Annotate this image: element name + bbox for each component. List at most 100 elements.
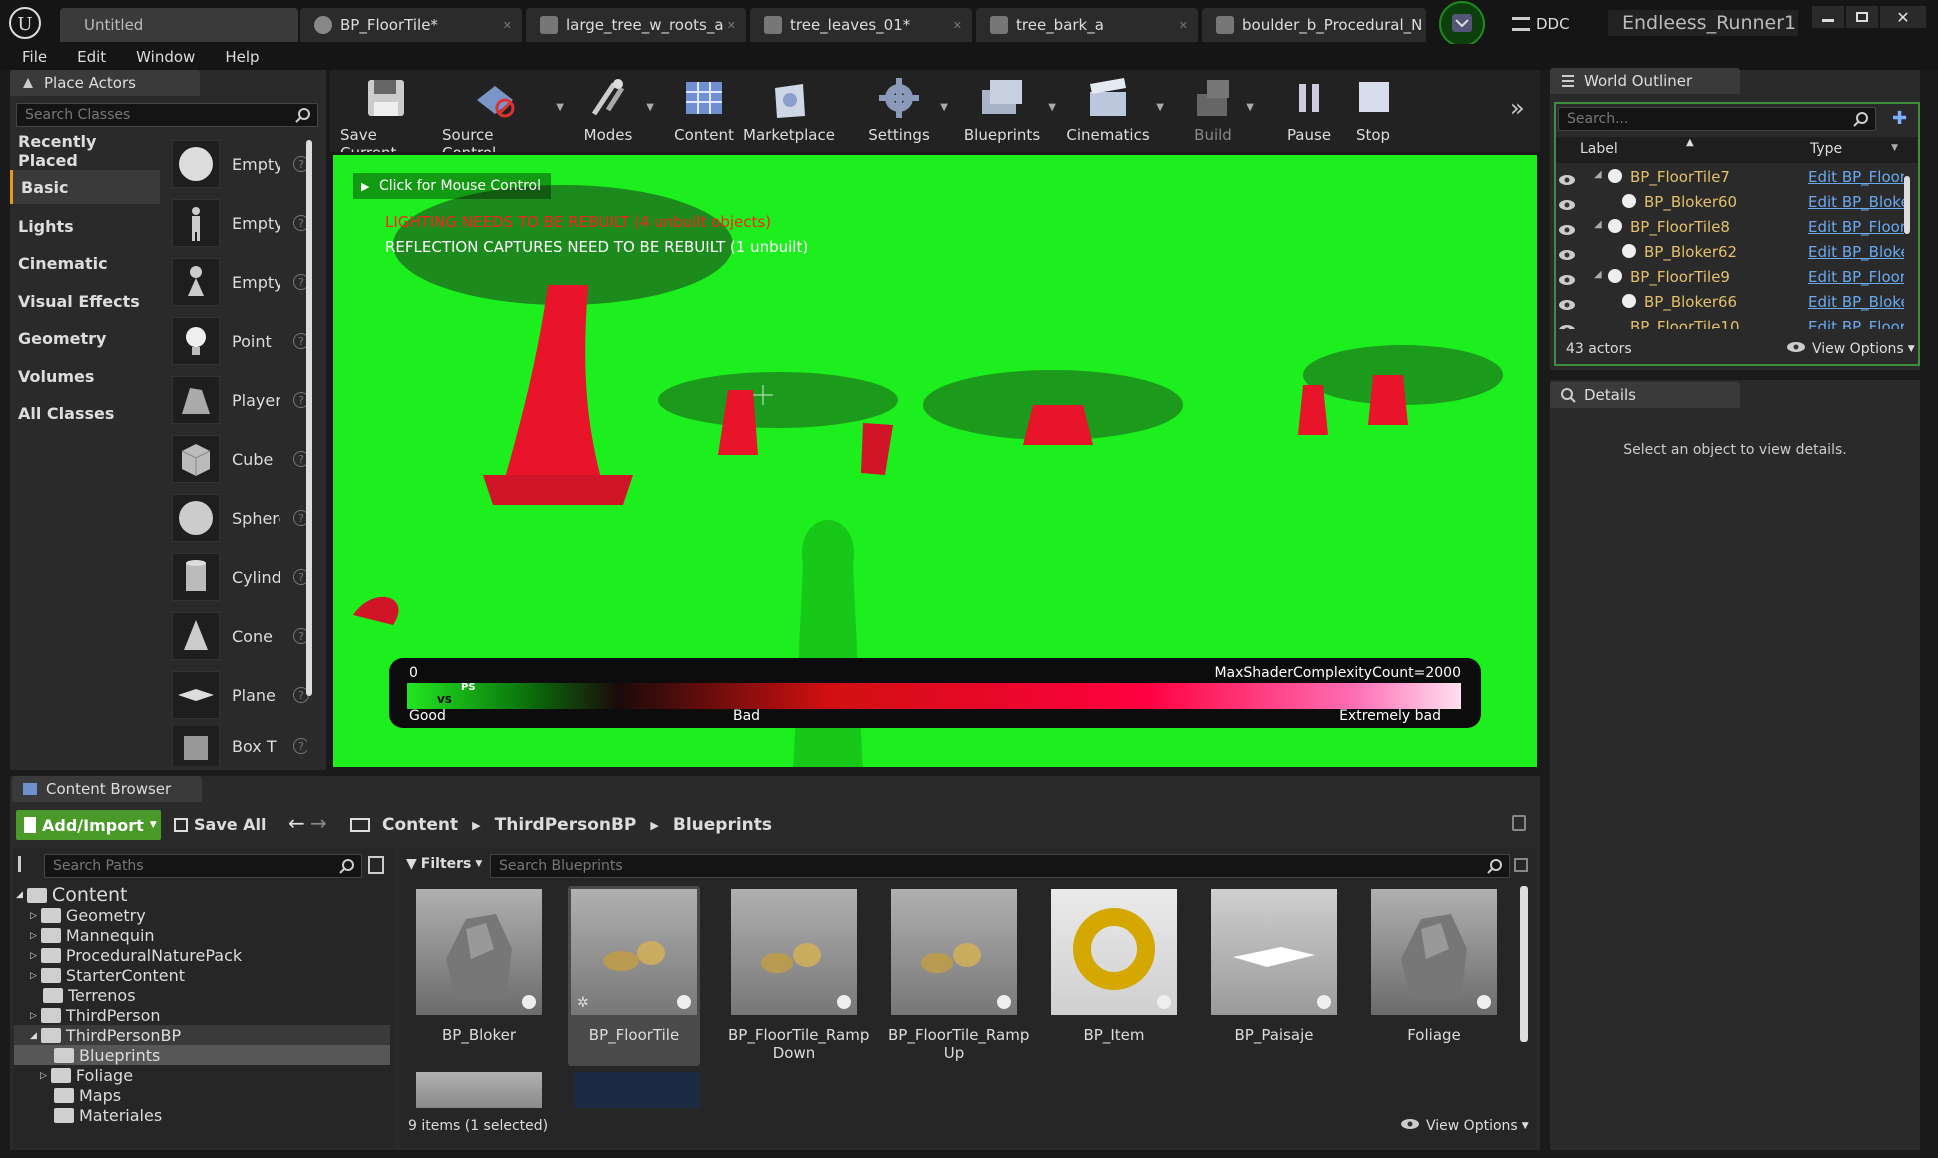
breadcrumb-thirdpersonbp[interactable]: ThirdPersonBP — [495, 815, 637, 835]
save-search-icon[interactable] — [1514, 858, 1528, 872]
back-arrow-icon[interactable]: ← — [288, 811, 305, 835]
expand-arrow-icon[interactable]: ▷ — [30, 931, 37, 941]
pause-button[interactable]: Pause — [1284, 70, 1334, 152]
close-window-button[interactable]: ✕ — [1880, 6, 1926, 28]
actor-item-player-start[interactable]: Player? — [172, 372, 309, 428]
search-paths-input[interactable]: Search Paths — [44, 854, 362, 878]
content-view-options-button[interactable]: View Options ▼ — [1400, 1118, 1529, 1134]
asset-bp-floortile-ramp-up[interactable]: BP_FloorTile_Ramp Up — [888, 886, 1029, 1066]
asset-partial-1[interactable] — [416, 1072, 542, 1108]
edit-blueprint-link[interactable]: Edit BP_FloorTile — [1808, 168, 1904, 186]
tab-large-tree[interactable]: large_tree_w_roots_a ✕ — [526, 8, 746, 42]
save-all-button[interactable]: Save All — [174, 815, 267, 834]
close-tab-icon[interactable]: ✕ — [727, 19, 736, 32]
folder-thirdperson[interactable]: ▷ ThirdPerson — [30, 1006, 161, 1025]
content-button[interactable]: Content — [674, 70, 734, 152]
close-tab-icon[interactable]: ✕ — [953, 19, 962, 32]
stop-button[interactable]: Stop — [1348, 70, 1398, 152]
breadcrumb-content[interactable]: Content — [382, 815, 458, 835]
edit-blueprint-link[interactable]: Edit BP_FloorTile — [1808, 218, 1904, 236]
visibility-eye-icon[interactable] — [1558, 297, 1576, 310]
actor-item-sphere[interactable]: Sphere? — [172, 490, 309, 546]
actor-item-empty-actor[interactable]: Empty? — [172, 136, 309, 192]
outliner-search-input[interactable]: Search... — [1558, 107, 1876, 131]
actor-item-cone[interactable]: Cone? — [172, 608, 309, 664]
outliner-row[interactable]: BP_Bloker62 Edit BP_Bloker — [1554, 242, 1916, 267]
mouse-control-hint[interactable]: ▶ Click for Mouse Control — [353, 173, 551, 199]
outliner-row[interactable]: BP_FloorTile10 Edit BP_FloorTile — [1554, 317, 1916, 329]
save-current-button[interactable]: Save Current — [340, 70, 432, 162]
category-recently-placed[interactable]: Recently Placed — [10, 132, 160, 170]
expand-arrow-icon[interactable]: ◢ — [1594, 219, 1602, 230]
collapse-arrow-icon[interactable]: ◢ — [16, 890, 23, 900]
chevron-down-icon[interactable]: ▼ — [1246, 102, 1254, 113]
tab-tree-bark[interactable]: tree_bark_a ✕ — [976, 8, 1198, 42]
edit-blueprint-link[interactable]: Edit BP_Bloker — [1808, 293, 1904, 311]
category-basic[interactable]: Basic — [10, 170, 160, 204]
lock-icon[interactable] — [1512, 815, 1526, 831]
cinematics-button[interactable]: Cinematics ▼ — [1066, 70, 1164, 152]
menu-edit[interactable]: Edit — [77, 48, 106, 66]
outliner-row[interactable]: ◢ BP_FloorTile7 Edit BP_FloorTile — [1554, 167, 1916, 192]
actor-item-cylinder[interactable]: Cylinder? — [172, 549, 309, 605]
world-outliner-tab[interactable]: World Outliner — [1550, 68, 1740, 94]
chevron-down-icon[interactable]: ▼ — [646, 102, 654, 113]
edit-blueprint-link[interactable]: Edit BP_FloorTile — [1808, 268, 1904, 286]
column-dropdown-icon[interactable]: ▼ — [1891, 143, 1898, 153]
asset-bp-floortile-ramp-down[interactable]: BP_FloorTile_Ramp Down — [728, 886, 869, 1066]
folder-mannequin[interactable]: ▷ Mannequin — [30, 926, 155, 945]
source-control-button[interactable]: Source Control▼ — [442, 70, 564, 162]
expand-arrow-icon[interactable]: ▷ — [30, 971, 37, 981]
minimize-button[interactable] — [1812, 6, 1844, 28]
asset-foliage[interactable]: Foliage — [1368, 886, 1500, 1066]
ddc-indicator[interactable]: DDC — [1512, 14, 1570, 34]
asset-scrollbar[interactable] — [1520, 886, 1528, 1042]
chevron-down-icon[interactable]: ▼ — [556, 102, 564, 113]
edit-blueprint-link[interactable]: Edit BP_FloorTile — [1808, 318, 1904, 329]
expand-arrow-icon[interactable]: ▷ — [30, 911, 37, 921]
details-tab[interactable]: Details — [1550, 382, 1740, 408]
tab-bp-floortile[interactable]: BP_FloorTile* ✕ — [300, 8, 522, 42]
chevron-down-icon[interactable]: ▼ — [1156, 102, 1164, 113]
maximize-button[interactable] — [1846, 6, 1878, 28]
help-icon[interactable]: ? — [293, 738, 307, 754]
folder-content[interactable]: ◢ Content — [16, 884, 128, 906]
folder-terrenos[interactable]: Terrenos — [43, 986, 136, 1005]
expand-arrow-icon[interactable]: ◢ — [1594, 269, 1602, 280]
forward-arrow-icon[interactable]: → — [310, 811, 327, 835]
folder-materiales[interactable]: Materiales — [54, 1106, 162, 1125]
visibility-eye-icon[interactable] — [1558, 247, 1576, 260]
breadcrumb-separator-icon[interactable]: ▶ — [472, 819, 480, 832]
build-button[interactable]: Build ▼ — [1188, 70, 1254, 152]
visibility-eye-icon[interactable] — [1558, 172, 1576, 185]
folder-starter-content[interactable]: ▷ StarterContent — [30, 966, 185, 985]
chevron-down-icon[interactable]: ▼ — [1048, 102, 1056, 113]
blueprints-button[interactable]: Blueprints ▼ — [964, 70, 1056, 152]
folder-geometry[interactable]: ▷ Geometry — [30, 906, 146, 925]
menu-file[interactable]: File — [22, 48, 47, 66]
actor-item-point-light[interactable]: Point? — [172, 313, 309, 369]
visibility-eye-icon[interactable] — [1558, 272, 1576, 285]
chevron-down-icon[interactable]: ▼ — [940, 102, 948, 113]
edit-blueprint-link[interactable]: Edit BP_Bloker — [1808, 193, 1904, 211]
expand-arrow-icon[interactable]: ▷ — [30, 951, 37, 961]
column-label[interactable]: Label — [1580, 141, 1618, 157]
folder-thirdpersonbp[interactable]: ◢ ThirdPersonBP — [30, 1026, 181, 1045]
close-tab-icon[interactable]: ✕ — [503, 19, 512, 32]
collapse-sources-icon[interactable] — [18, 856, 38, 872]
content-browser-tab[interactable]: Content Browser — [12, 776, 202, 802]
visibility-eye-icon[interactable] — [1558, 222, 1576, 235]
outliner-row[interactable]: BP_Bloker60 Edit BP_Bloker — [1554, 192, 1916, 217]
collections-toggle-icon[interactable] — [368, 856, 384, 874]
unreal-logo-icon[interactable]: U — [8, 6, 42, 40]
outliner-view-options-button[interactable]: View Options ▼ — [1786, 341, 1915, 357]
asset-partial-2[interactable] — [574, 1072, 700, 1108]
category-geometry[interactable]: Geometry — [10, 321, 160, 355]
category-lights[interactable]: Lights — [10, 209, 160, 243]
outliner-row[interactable]: ◢ BP_FloorTile9 Edit BP_FloorTile — [1554, 267, 1916, 292]
asset-bp-item[interactable]: BP_Item — [1048, 886, 1180, 1066]
tab-tree-leaves[interactable]: tree_leaves_01* ✕ — [750, 8, 972, 42]
visibility-eye-icon[interactable] — [1558, 322, 1576, 329]
menu-help[interactable]: Help — [225, 48, 259, 66]
live-coding-icon[interactable] — [1430, 0, 1494, 48]
